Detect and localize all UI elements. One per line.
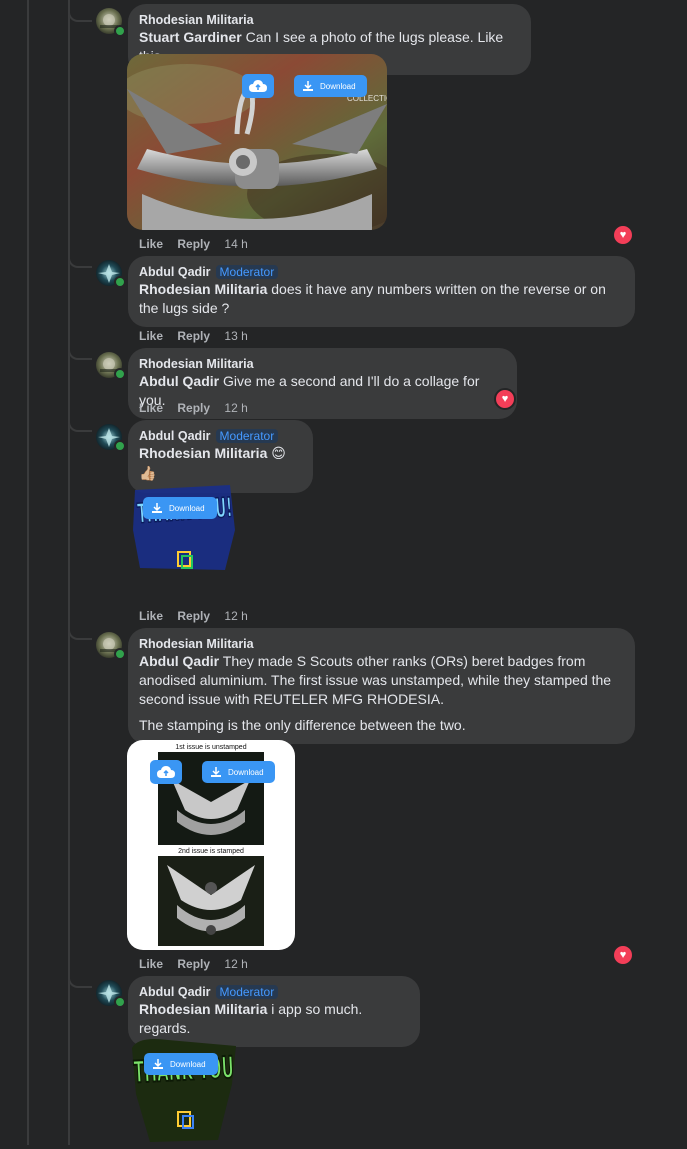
comment-text-paragraph: The stamping is the only difference betw… — [139, 717, 466, 733]
like-button[interactable]: Like — [139, 957, 163, 971]
thank-you-sticker-image: THANK YOU — [132, 1039, 236, 1142]
comment-bubble: Rhodesian Militaria Abdul Qadir They mad… — [128, 628, 635, 744]
download-label: Download — [320, 81, 356, 91]
like-button[interactable]: Like — [139, 237, 163, 251]
download-label: Download — [169, 503, 205, 513]
like-button[interactable]: Like — [139, 609, 163, 623]
comment-timestamp[interactable]: 12 h — [224, 401, 247, 415]
download-button[interactable]: Download — [144, 1053, 218, 1075]
online-indicator-icon — [114, 368, 126, 380]
mention-link[interactable]: Abdul Qadir — [139, 653, 219, 669]
comment-actions: Like Reply 14 h — [139, 236, 248, 252]
like-button[interactable]: Like — [139, 401, 163, 415]
reply-button[interactable]: Reply — [177, 401, 210, 415]
comment-timestamp[interactable]: 13 h — [224, 329, 247, 343]
heart-reaction-icon[interactable]: ♥ — [612, 224, 634, 246]
thread-connector — [68, 8, 92, 22]
comment-bubble: Abdul Qadir Moderator Rhodesian Militaria… — [128, 256, 635, 327]
cloud-upload-button[interactable] — [150, 760, 182, 784]
heart-reaction-icon[interactable]: ♥ — [612, 944, 634, 966]
mention-link[interactable]: Rhodesian Militaria — [139, 1001, 267, 1017]
moderator-badge: Moderator — [215, 985, 279, 999]
download-icon — [152, 503, 162, 513]
online-indicator-icon — [114, 648, 126, 660]
download-icon — [211, 767, 221, 777]
comment-author[interactable]: Abdul Qadir — [139, 985, 211, 999]
reply-button[interactable]: Reply — [177, 609, 210, 623]
thank-you-sticker-image: THANK YOU! — [133, 485, 235, 570]
comment-photo[interactable]: 1st issue is unstamped 2nd issue is stam… — [127, 740, 295, 950]
download-label: Download — [228, 767, 264, 777]
comment-timestamp[interactable]: 12 h — [224, 609, 247, 623]
online-indicator-icon — [114, 276, 126, 288]
comment-actions: Like Reply 12 h — [139, 400, 248, 416]
moderator-badge: Moderator — [215, 429, 279, 443]
download-icon — [303, 81, 313, 91]
thank-you-sticker[interactable]: THANK YOU Download — [128, 1034, 240, 1144]
reply-button[interactable]: Reply — [177, 237, 210, 251]
cloud-upload-icon — [249, 80, 267, 92]
mention-link[interactable]: Rhodesian Militaria — [139, 281, 267, 297]
comment-actions: Like Reply 13 h — [139, 328, 248, 344]
comment-photo[interactable]: COLLECTION Download — [127, 54, 387, 230]
thank-you-sticker[interactable]: THANK YOU! Download — [130, 480, 240, 575]
reply-button[interactable]: Reply — [177, 957, 210, 971]
comment-author[interactable]: Abdul Qadir — [139, 429, 211, 443]
thread-line-outer — [27, 0, 29, 1145]
download-label: Download — [170, 1059, 206, 1069]
thread-connector — [68, 346, 92, 360]
comment-author[interactable]: Abdul Qadir — [139, 265, 211, 279]
comment-actions: Like Reply 12 h — [139, 956, 248, 972]
download-button[interactable]: Download — [202, 761, 275, 783]
cloud-upload-button[interactable] — [242, 74, 274, 98]
comment-timestamp[interactable]: 12 h — [224, 957, 247, 971]
comment-author[interactable]: Rhodesian Militaria — [139, 637, 254, 651]
mention-link[interactable]: Stuart Gardiner — [139, 29, 242, 45]
download-button[interactable]: Download — [143, 497, 217, 519]
comment-author[interactable]: Rhodesian Militaria — [139, 357, 254, 371]
download-button[interactable]: Download — [294, 75, 367, 97]
like-button[interactable]: Like — [139, 329, 163, 343]
thread-connector — [68, 974, 92, 988]
comment-timestamp[interactable]: 14 h — [224, 237, 247, 251]
comment-author[interactable]: Rhodesian Militaria — [139, 13, 254, 27]
moderator-badge: Moderator — [215, 265, 279, 279]
thread-connector — [68, 418, 92, 432]
online-indicator-icon — [114, 996, 126, 1008]
thread-connector — [68, 626, 92, 640]
comment-actions: Like Reply 12 h — [139, 608, 248, 624]
online-indicator-icon — [114, 440, 126, 452]
heart-reaction-icon[interactable]: ♥ — [494, 388, 516, 410]
cloud-upload-icon — [157, 766, 175, 778]
download-icon — [153, 1059, 163, 1069]
thread-connector — [68, 254, 92, 268]
online-indicator-icon — [114, 25, 126, 37]
mention-link[interactable]: Rhodesian Militaria — [139, 445, 267, 461]
mention-link[interactable]: Abdul Qadir — [139, 373, 219, 389]
collage-caption: 1st issue is unstamped — [175, 744, 246, 751]
collage-caption: 2nd issue is stamped — [178, 848, 244, 855]
reply-button[interactable]: Reply — [177, 329, 210, 343]
